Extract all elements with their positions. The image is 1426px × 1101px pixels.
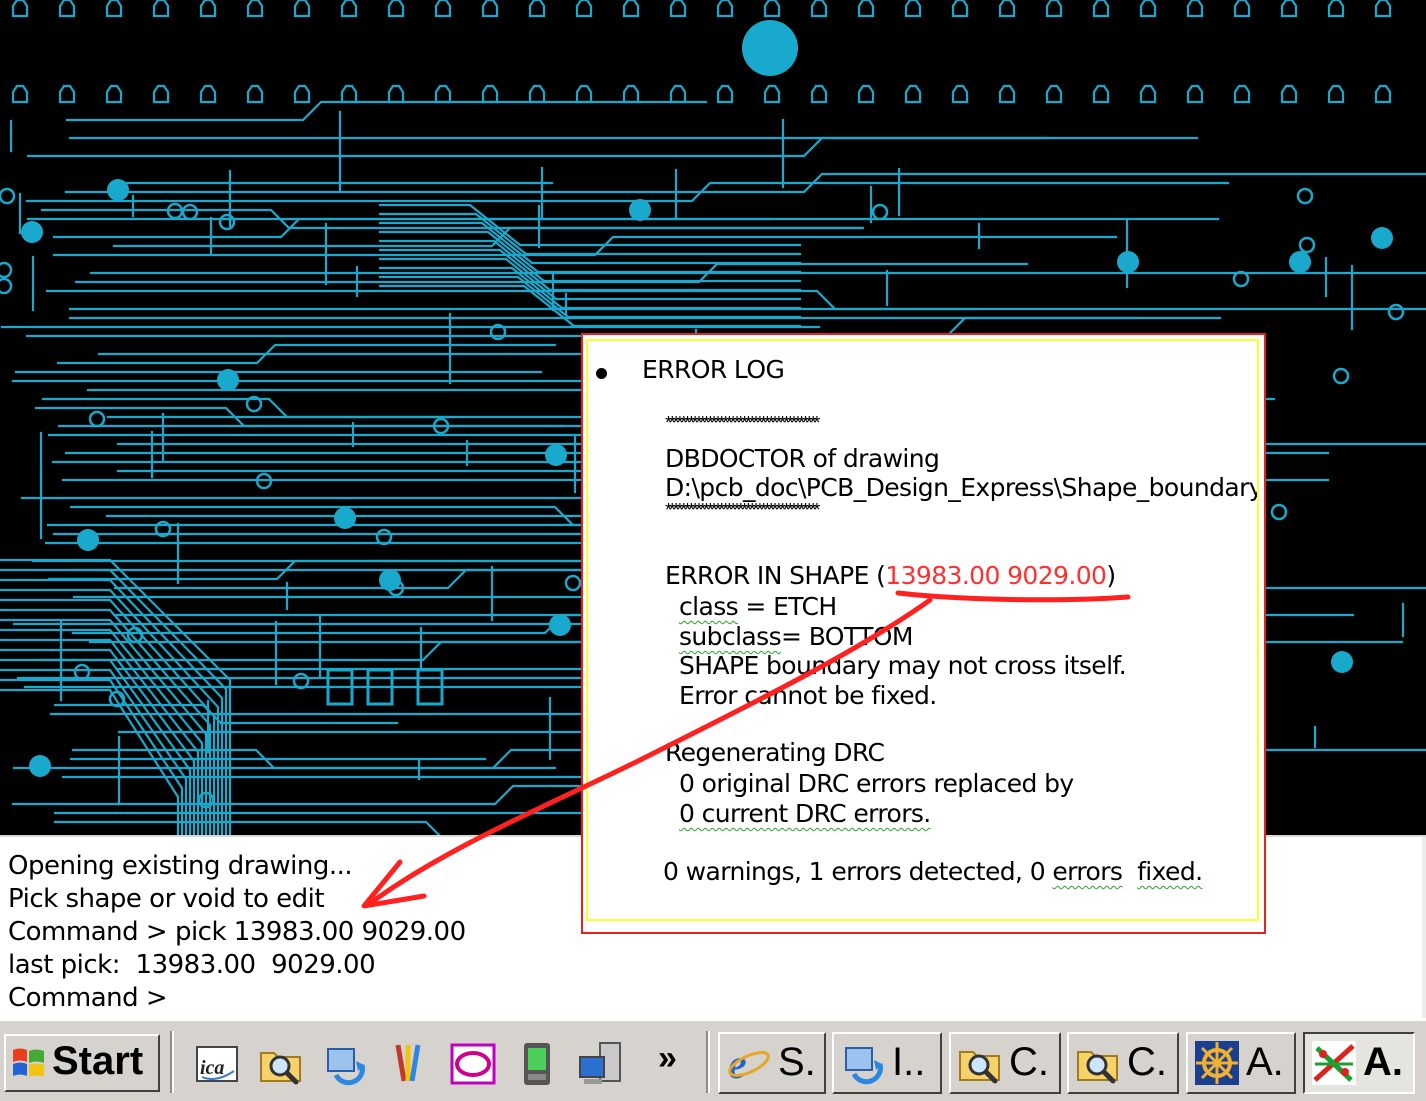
error-prefix: ERROR IN SHAPE (	[665, 561, 886, 590]
class-value: = ETCH	[738, 592, 837, 621]
console-line: last pick: 13983.00 9029.00	[8, 950, 376, 980]
separator-stars: ****************************************	[665, 500, 820, 520]
search-folder-icon	[959, 1051, 1000, 1084]
class-key: class	[679, 592, 739, 621]
task-label: C.	[1009, 1040, 1049, 1084]
error-log-callout: ERROR LOG ******************************…	[581, 333, 1266, 934]
task-button-s[interactable]: e S.	[718, 1032, 826, 1094]
paint-icon[interactable]	[386, 1041, 432, 1087]
drc-line: 0 original DRC errors replaced by	[679, 769, 1074, 798]
dbdoctor-line: DBDOCTOR of drawing	[665, 444, 940, 473]
regen-line: Regenerating DRC	[665, 738, 885, 767]
error-suffix: )	[1106, 561, 1116, 590]
class-line: class = ETCH	[679, 592, 837, 621]
computer-icon[interactable]	[578, 1041, 624, 1087]
task-label: I..	[892, 1040, 926, 1084]
summary-gap	[1122, 857, 1137, 886]
summary-main: 0 warnings, 1 errors detected, 0	[663, 857, 1053, 886]
windows-logo-icon	[13, 1048, 44, 1077]
bullet-icon	[596, 368, 607, 379]
drc-line: 0 current DRC errors.	[679, 799, 931, 828]
error-message: SHAPE boundary may not cross itself.	[679, 651, 1127, 680]
command-prompt[interactable]: Command >	[8, 983, 168, 1013]
task-button-c2[interactable]: C.	[1067, 1032, 1179, 1094]
summary-fixed: fixed.	[1137, 857, 1203, 886]
taskbar-separator	[706, 1031, 710, 1093]
error-message: Error cannot be fixed.	[679, 681, 937, 710]
ie-icon: e	[728, 1042, 770, 1086]
task-button-a1[interactable]: A.	[1186, 1032, 1296, 1094]
drawing-path: D:\pcb_doc\PCB_Design_Express\Shape_boun…	[665, 473, 1259, 502]
error-log-panel: ERROR LOG ******************************…	[586, 339, 1259, 921]
summary-errors: errors	[1052, 857, 1123, 886]
ica-icon[interactable]: ica	[194, 1041, 240, 1087]
start-label: Start	[52, 1039, 144, 1083]
sync-icon[interactable]	[322, 1041, 368, 1087]
allegro-icon	[1312, 1041, 1356, 1085]
pda-icon[interactable]	[514, 1041, 560, 1087]
task-label: S.	[778, 1040, 816, 1084]
outlook-icon[interactable]	[450, 1041, 496, 1087]
error-coordinates: 13983.00 9029.00	[885, 561, 1107, 590]
error-in-shape-line: ERROR IN SHAPE (13983.00 9029.00)	[665, 561, 1116, 590]
separator-stars: ****************************************	[665, 413, 820, 433]
search-folder-icon[interactable]	[258, 1041, 304, 1087]
subclass-value: = BOTTOM	[781, 622, 913, 651]
taskbar: Start ica » e S. I.. C. C. A. A.	[0, 1018, 1426, 1101]
task-label: A.	[1246, 1040, 1284, 1084]
console-line: Command > pick 13983.00 9029.00	[8, 917, 466, 947]
more-chevron[interactable]: »	[658, 1039, 677, 1078]
task-button-a2[interactable]: A.	[1303, 1032, 1415, 1094]
console-line: Opening existing drawing...	[8, 851, 353, 881]
error-log-title: ERROR LOG	[642, 355, 785, 384]
subclass-key: subclass	[679, 622, 782, 651]
task-label: A.	[1363, 1040, 1403, 1084]
task-button-c1[interactable]: C.	[949, 1032, 1061, 1094]
helm-icon	[1195, 1041, 1239, 1085]
subclass-line: subclass= BOTTOM	[679, 622, 913, 651]
console-scrollbar[interactable]	[1422, 837, 1426, 1020]
search-folder-icon	[1077, 1051, 1118, 1084]
svg-text:ica: ica	[200, 1057, 224, 1079]
start-button[interactable]: Start	[4, 1034, 160, 1092]
console-line: Pick shape or void to edit	[8, 884, 325, 914]
svg-text:e: e	[728, 1042, 747, 1086]
summary-line: 0 warnings, 1 errors detected, 0 errors …	[663, 857, 1203, 886]
sync-icon	[845, 1047, 883, 1085]
taskbar-separator	[170, 1031, 174, 1093]
task-button-i[interactable]: I..	[832, 1032, 942, 1094]
task-label: C.	[1127, 1040, 1167, 1084]
